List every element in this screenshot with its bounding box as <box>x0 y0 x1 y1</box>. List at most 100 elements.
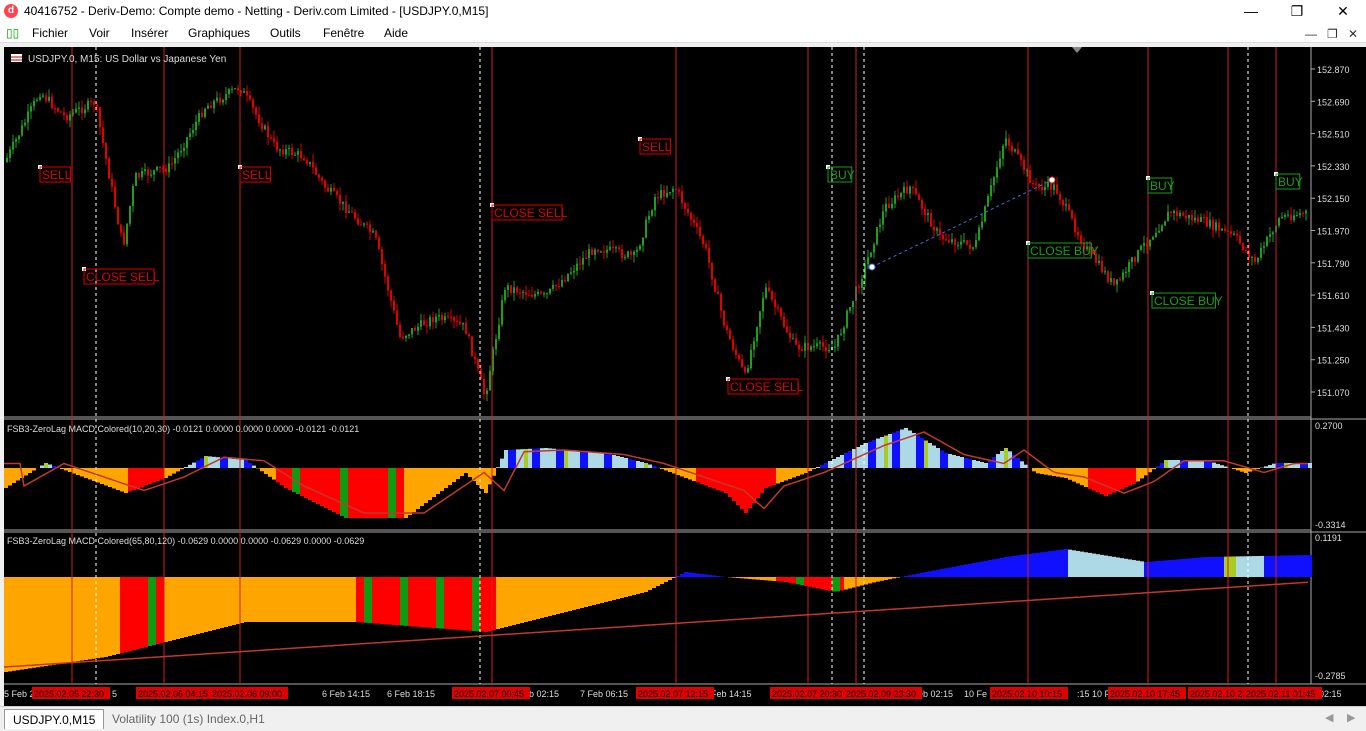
candle-body <box>870 252 872 258</box>
histogram-bar <box>304 577 308 622</box>
candle-body <box>1218 222 1220 231</box>
histogram-bar <box>1124 468 1128 488</box>
histogram-bar <box>472 577 476 632</box>
histogram-bar <box>56 577 60 665</box>
histogram-bar <box>1276 555 1280 577</box>
histogram-bar <box>920 572 924 577</box>
histogram-bar <box>308 468 312 500</box>
candle-body <box>1290 214 1292 221</box>
chart-window[interactable]: SELL CLOSE SELL SELL CLOSE SELL SELL CLOSE SE… <box>3 47 1366 706</box>
histogram-bar <box>456 468 460 479</box>
menu-fenetre[interactable]: Fenêtre <box>323 26 364 40</box>
histogram-bar <box>780 468 784 482</box>
candle-body <box>633 251 635 255</box>
histogram-bar <box>916 573 920 577</box>
menu-voir[interactable]: Voir <box>89 26 110 40</box>
histogram-bar <box>1300 555 1304 577</box>
candle-body <box>1263 246 1265 248</box>
tab-usdjpy[interactable]: USDJPY.0,M15 <box>4 709 105 729</box>
histogram-bar <box>740 468 744 509</box>
histogram-bar <box>728 468 732 497</box>
candle-body <box>273 137 275 142</box>
mdi-close-button[interactable]: ✕ <box>1348 27 1358 41</box>
candle-body <box>639 245 641 250</box>
histogram-bar <box>1020 554 1024 577</box>
minimize-button[interactable]: — <box>1228 0 1274 23</box>
maximize-button[interactable]: ❐ <box>1274 0 1320 23</box>
close-button[interactable]: ✕ <box>1320 0 1366 23</box>
candle-body <box>279 149 281 151</box>
histogram-bar <box>272 577 276 622</box>
candle-body <box>474 356 476 360</box>
histogram-bar <box>592 577 596 605</box>
histogram-bar <box>88 468 92 480</box>
menu-outils[interactable]: Outils <box>270 26 301 40</box>
candle-body <box>837 334 839 347</box>
histogram-bar <box>944 568 948 577</box>
histogram-bar <box>600 577 604 603</box>
histogram-bar <box>776 577 780 582</box>
candle-body <box>1056 184 1058 194</box>
chart-canvas[interactable]: SELL CLOSE SELL SELL CLOSE SELL SELL CLOSE SE… <box>3 47 1366 706</box>
candle-body <box>177 152 179 159</box>
candle-body <box>462 322 464 325</box>
histogram-bar <box>216 577 220 629</box>
mdi-minimize-button[interactable]: — <box>1305 27 1317 41</box>
candle-body <box>1203 216 1205 218</box>
histogram-bar <box>200 458 204 468</box>
histogram-bar <box>1188 558 1192 577</box>
menu-fichier[interactable]: Fichier <box>32 26 68 40</box>
tab-volatility-100[interactable]: Volatility 100 (1s) Index.0,H1 <box>104 709 273 729</box>
candle-body <box>858 286 860 288</box>
menu-aide[interactable]: Aide <box>384 26 408 40</box>
candle-body <box>147 169 149 176</box>
candle-body <box>75 108 77 113</box>
histogram-bar <box>144 577 148 647</box>
histogram-bar <box>1228 556 1232 577</box>
histogram-bar <box>960 457 964 468</box>
histogram-bar <box>1136 468 1140 482</box>
candle-body <box>87 100 89 110</box>
candle-body <box>1254 256 1256 262</box>
histogram-bar <box>440 577 444 629</box>
candle-body <box>789 332 791 339</box>
macd1-min-label: -0.3314 <box>1315 520 1346 530</box>
candle-body <box>429 317 431 327</box>
histogram-bar <box>156 468 160 481</box>
histogram-bar <box>164 468 168 478</box>
candle-body <box>843 327 845 334</box>
candle-body <box>387 276 389 291</box>
histogram-bar <box>768 468 772 487</box>
candle-body <box>339 194 341 204</box>
histogram-bar <box>588 451 592 468</box>
menu-graphiques[interactable]: Graphiques <box>188 26 250 40</box>
candle-body <box>756 327 758 342</box>
histogram-bar <box>316 577 320 622</box>
time-label: 10 Fe <box>964 689 987 699</box>
candle-body <box>1215 222 1217 231</box>
candle-body <box>573 270 575 273</box>
histogram-bar <box>1104 468 1108 496</box>
histogram-bar <box>8 577 12 672</box>
histogram-bar <box>1156 561 1160 577</box>
histogram-bar <box>172 577 176 640</box>
histogram-bar <box>356 577 360 623</box>
menu-inserer[interactable]: Insérer <box>131 26 168 40</box>
histogram-bar <box>176 468 180 472</box>
histogram-bar <box>112 468 116 489</box>
candle-body <box>1017 149 1019 155</box>
tab-next-icon[interactable]: ▶ <box>1347 711 1355 724</box>
histogram-bar <box>640 577 644 593</box>
histogram-bar <box>680 574 684 577</box>
tab-prev-icon[interactable]: ◀ <box>1325 711 1333 724</box>
histogram-bar <box>408 577 412 627</box>
mdi-restore-button[interactable]: ❐ <box>1327 27 1338 41</box>
histogram-bar <box>652 466 656 468</box>
histogram-bar <box>1100 554 1104 577</box>
histogram-bar <box>424 468 428 503</box>
candle-body <box>222 100 224 103</box>
histogram-bar <box>808 468 812 471</box>
candle-body <box>588 248 590 259</box>
signal-label: BUY <box>830 168 855 182</box>
histogram-bar <box>84 468 88 478</box>
